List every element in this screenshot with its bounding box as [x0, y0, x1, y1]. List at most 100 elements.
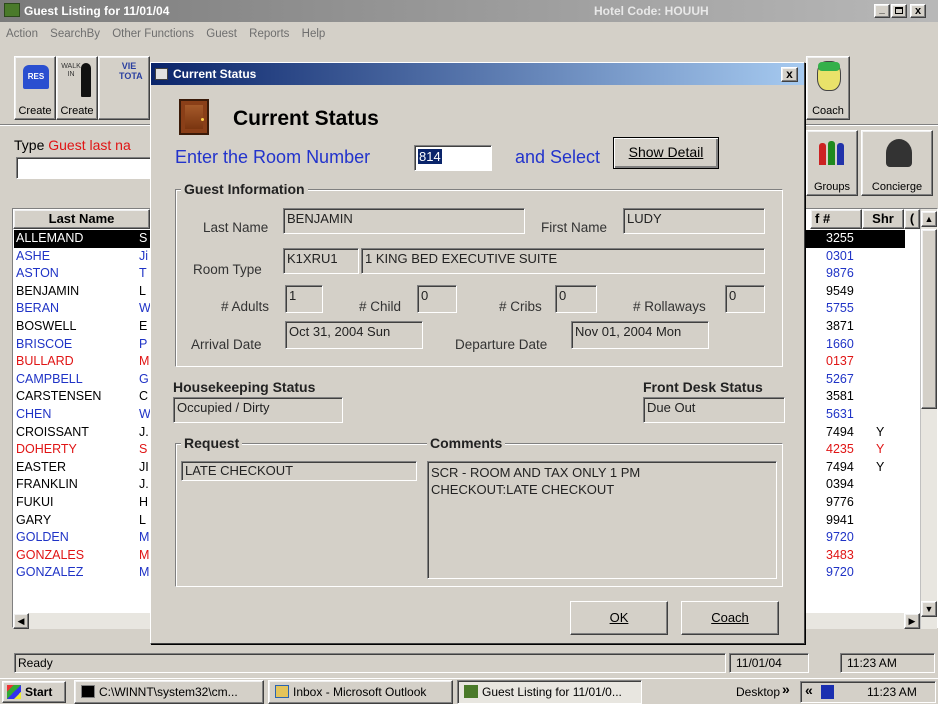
arrival-date-field: Oct 31, 2004 Sun	[285, 321, 423, 349]
conf-number-cell: 3483	[826, 547, 854, 562]
coach-toolbar-button[interactable]: Coach	[806, 56, 850, 120]
conf-number-cell: 9720	[826, 565, 854, 580]
cmd-icon	[81, 685, 95, 698]
groups-button[interactable]: Groups	[806, 130, 858, 196]
taskbar: Start C:\WINNT\system32\cm... Inbox - Mi…	[0, 678, 938, 704]
guest-search-input[interactable]	[16, 157, 156, 179]
grid-header-conf[interactable]: f #	[810, 209, 862, 229]
desktop-toolbar-label[interactable]: Desktop	[736, 685, 780, 699]
conf-number-cell: 4235	[826, 442, 854, 457]
create-walkin-label: Create	[60, 105, 94, 117]
share-cell: Y	[876, 442, 885, 457]
maximize-button[interactable]	[891, 4, 907, 18]
show-detail-button[interactable]: Show Detail	[613, 137, 719, 169]
last-name-cell: BOSWELL	[16, 319, 77, 333]
cribs-field: 0	[555, 285, 597, 313]
conf-number-cell: 9720	[826, 530, 854, 545]
request-label: Request	[181, 435, 243, 451]
coach-icon	[817, 61, 841, 91]
view-totals-button[interactable]: VIE TOTA	[98, 56, 150, 120]
conf-number-cell: 1660	[826, 336, 854, 351]
last-name-cell: BENJAMIN	[16, 283, 80, 298]
guest-listing-icon	[464, 685, 478, 698]
menu-reports[interactable]: Reports	[249, 28, 289, 40]
ok-label: OK	[609, 610, 629, 625]
rollaways-field: 0	[725, 285, 765, 313]
close-main-button[interactable]: x	[910, 4, 926, 18]
conf-number-cell: 0301	[826, 248, 854, 263]
coach-dialog-button[interactable]: Coach	[681, 601, 779, 635]
groups-label: Groups	[813, 181, 851, 193]
last-name-cell: GARY	[16, 512, 52, 527]
coach-dialog-label: Coach	[711, 610, 749, 625]
first-name-field: LUDY	[623, 208, 765, 234]
ok-button[interactable]: OK	[570, 601, 668, 635]
room-number-input[interactable]: 814	[414, 145, 492, 171]
last-name-cell: CAMPBELL	[16, 371, 83, 386]
create-walkin-button[interactable]: WALK IN Create	[56, 56, 98, 120]
menu-other-functions[interactable]: Other Functions	[112, 28, 194, 40]
concierge-button[interactable]: Concierge	[861, 130, 933, 196]
view-totals-text: VIE TOTA	[119, 61, 143, 81]
scroll-right-arrow-icon[interactable]: ▶	[904, 613, 920, 629]
grid-header-last-name[interactable]: Last Name	[13, 209, 150, 229]
chevron-right-icon[interactable]: »	[782, 681, 790, 697]
minimize-button[interactable]: _	[874, 4, 890, 18]
scroll-left-arrow-icon[interactable]: ◀	[13, 613, 29, 629]
search-prompt-hint: Guest last na	[48, 137, 131, 153]
search-prompt-type: Type	[14, 137, 45, 153]
conf-number-cell: 9876	[826, 266, 854, 281]
taskbar-guest-listing[interactable]: Guest Listing for 11/01/0...	[457, 680, 642, 704]
last-name-cell: CROISSANT	[16, 424, 89, 439]
conf-number-cell: 3255	[826, 231, 854, 245]
scroll-down-arrow-icon[interactable]: ▼	[921, 601, 937, 617]
last-name-cell: EASTER	[16, 459, 67, 474]
child-field: 0	[417, 285, 457, 313]
conf-number-cell: 9941	[826, 512, 854, 527]
conf-number-cell: 9776	[826, 495, 854, 509]
status-bar: Ready 11/01/04 11:23 AM	[0, 651, 938, 675]
status-time: 11:23 AM	[840, 653, 935, 673]
conf-number-cell: 9549	[826, 283, 854, 298]
grid-header-shr[interactable]: Shr	[862, 209, 904, 229]
taskbar-cmd[interactable]: C:\WINNT\system32\cm...	[74, 680, 264, 704]
conf-number-cell: 5631	[826, 407, 854, 421]
coach-toolbar-label: Coach	[812, 105, 844, 117]
last-name-label: Last Name	[203, 220, 269, 235]
last-name-cell: BRISCOE	[16, 336, 73, 351]
last-name-cell: GONZALEZ	[16, 565, 84, 580]
request-field: LATE CHECKOUT	[181, 461, 417, 481]
grid-header-extra[interactable]: (	[904, 209, 920, 229]
comments-field: SCR - ROOM AND TAX ONLY 1 PM CHECKOUT:LA…	[427, 461, 777, 579]
concierge-label: Concierge	[871, 181, 923, 193]
menu-guest[interactable]: Guest	[206, 28, 237, 40]
conf-number-cell: 5267	[826, 371, 854, 386]
taskbar-outlook-label: Inbox - Microsoft Outlook	[293, 685, 427, 699]
groups-icon	[819, 139, 847, 167]
last-name-cell: FRANKLIN	[16, 477, 78, 492]
menu-searchby[interactable]: SearchBy	[50, 28, 100, 40]
last-name-cell: GOLDEN	[16, 530, 69, 545]
conf-number-cell: 5755	[826, 301, 854, 316]
tray-icon[interactable]	[821, 685, 834, 699]
scroll-up-arrow-icon[interactable]: ▲	[921, 211, 937, 227]
last-name-cell: CHEN	[16, 407, 52, 421]
conf-number-cell: 0137	[826, 354, 854, 369]
chevron-left-icon[interactable]: «	[805, 682, 813, 698]
door-icon	[179, 99, 209, 135]
conf-number-cell: 7494	[826, 424, 854, 439]
start-button[interactable]: Start	[2, 681, 66, 703]
taskbar-outlook[interactable]: Inbox - Microsoft Outlook	[268, 680, 453, 704]
status-text: Ready	[14, 653, 726, 673]
menu-action[interactable]: Action	[6, 28, 38, 40]
adults-field: 1	[285, 285, 323, 313]
start-label: Start	[25, 685, 53, 699]
taskbar-guest-listing-label: Guest Listing for 11/01/0...	[482, 685, 622, 699]
rollaways-label: # Rollaways	[633, 299, 706, 314]
first-name-label: First Name	[541, 220, 608, 235]
create-reservation-button[interactable]: RES Create	[14, 56, 56, 120]
close-dialog-button[interactable]: x	[781, 67, 798, 82]
front-desk-status-label: Front Desk Status	[643, 379, 763, 395]
last-name-cell: BERAN	[16, 301, 60, 316]
menu-help[interactable]: Help	[302, 28, 326, 40]
